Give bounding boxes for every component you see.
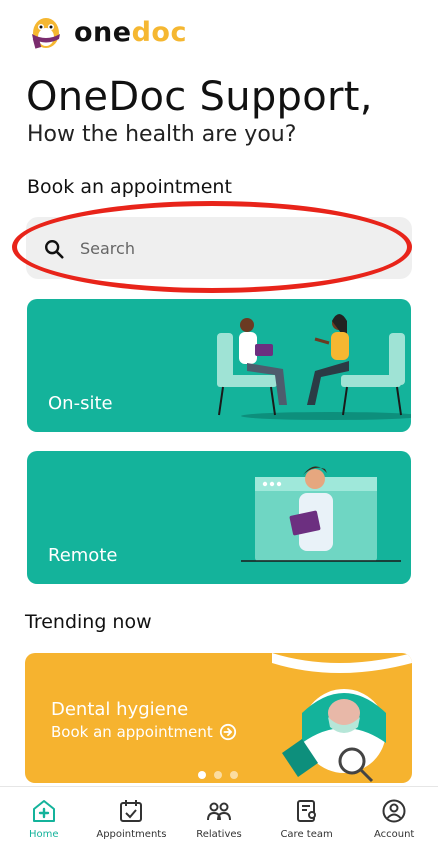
carousel-pagination: [198, 771, 238, 779]
tab-account[interactable]: Account: [350, 787, 438, 855]
promo-book-link[interactable]: Book an appointment: [51, 723, 237, 741]
relatives-icon: [206, 802, 231, 821]
calendar-check-icon: [120, 800, 143, 822]
book-appointment-heading: Book an appointment: [27, 176, 232, 198]
remote-consultation-illustration: [241, 466, 401, 562]
dental-hygiene-illustration: [272, 653, 412, 783]
carousel-dot[interactable]: [214, 771, 222, 779]
tab-care-team-label: Care team: [280, 829, 333, 840]
page-subtitle: How the health are you?: [27, 122, 297, 147]
tab-home-label: Home: [29, 829, 59, 840]
remote-card[interactable]: Remote: [27, 451, 411, 584]
account-icon: [382, 799, 406, 823]
search-icon: [45, 240, 64, 259]
tab-account-label: Account: [373, 829, 415, 840]
app-logo: onedoc: [26, 12, 187, 52]
onsite-label: On-site: [48, 393, 113, 414]
carousel-dot[interactable]: [230, 771, 238, 779]
care-team-icon: [296, 800, 316, 822]
trending-heading: Trending now: [25, 611, 152, 633]
search-placeholder: Search: [80, 239, 135, 258]
tab-care-team[interactable]: Care team: [263, 787, 351, 855]
tab-relatives[interactable]: Relatives: [175, 787, 263, 855]
page-title: OneDoc Support,: [26, 74, 373, 120]
promo-link-label: Book an appointment: [51, 723, 213, 741]
onsite-consultation-illustration: [217, 314, 411, 420]
tab-home[interactable]: Home: [0, 787, 88, 855]
bottom-tab-bar: Home Appointments Relatives Care team Ac…: [0, 786, 438, 855]
carousel-dot[interactable]: [198, 771, 206, 779]
penguin-mascot-icon: [32, 18, 60, 49]
tab-appointments-label: Appointments: [96, 829, 167, 840]
logo-wordmark: onedoc: [74, 16, 187, 48]
tab-relatives-label: Relatives: [196, 829, 242, 840]
onsite-card[interactable]: On-site: [27, 299, 411, 432]
home-plus-icon: [32, 800, 55, 822]
trending-promo-card[interactable]: Dental hygiene Book an appointment: [25, 653, 412, 783]
tab-appointments[interactable]: Appointments: [88, 787, 176, 855]
arrow-right-circle-icon: [219, 723, 236, 741]
remote-label: Remote: [48, 545, 118, 566]
promo-title: Dental hygiene: [51, 699, 189, 720]
